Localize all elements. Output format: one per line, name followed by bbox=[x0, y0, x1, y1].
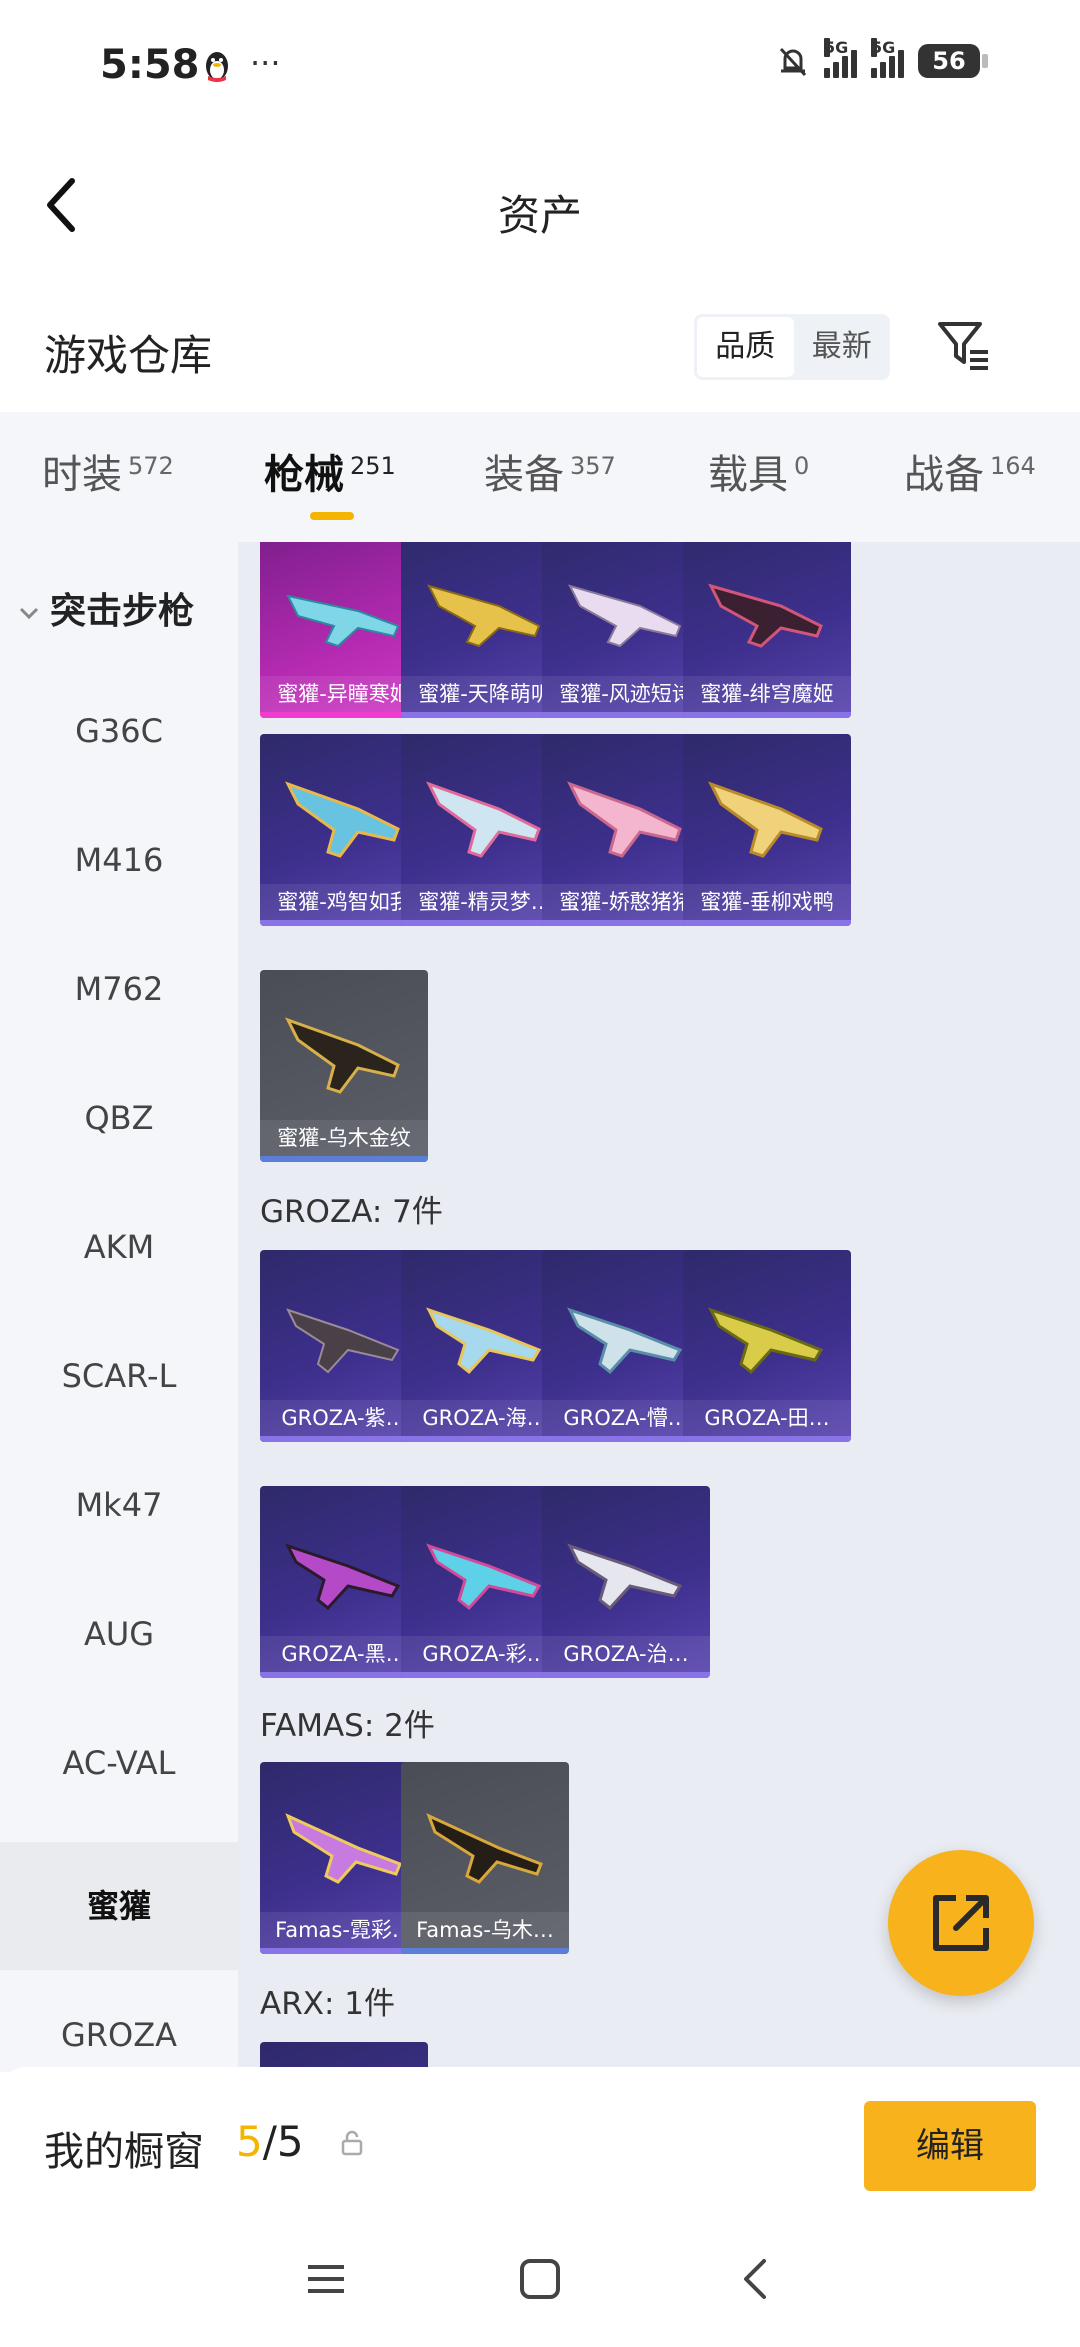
clock: 5:58 bbox=[100, 42, 200, 88]
sort-toggle: 品质 最新 bbox=[694, 314, 890, 380]
section-header-famas: FAMAS: 2件 bbox=[260, 1708, 435, 1744]
gun-skin-icon bbox=[568, 584, 682, 648]
tab-vehicles[interactable]: 载具 0 bbox=[708, 442, 809, 500]
gun-skin-icon bbox=[427, 584, 541, 648]
sidebar-item-m416[interactable]: M416 bbox=[0, 796, 238, 924]
weapon-card[interactable]: 蜜獾-乌木金纹 bbox=[260, 970, 428, 1162]
sidebar-item-honey-badger[interactable]: 蜜獾 bbox=[0, 1842, 238, 1970]
weapon-card[interactable]: 蜜獾-垂柳戏鸭 bbox=[683, 734, 851, 926]
filter-icon[interactable] bbox=[936, 318, 992, 374]
weapon-grid: 蜜獾-异瞳寒姬 蜜獾-天降萌叽 蜜獾-风迹短诗 蜜獾-绯穹魔姬 蜜獾-鸡智如我 … bbox=[238, 542, 1080, 2067]
share-external-icon bbox=[933, 1895, 989, 1951]
system-navigation bbox=[0, 2217, 1080, 2347]
gun-skin-icon bbox=[566, 781, 682, 858]
weapon-card[interactable]: GROZA-田… bbox=[683, 1250, 851, 1442]
sidebar-group-assault-rifles[interactable]: 突击步枪 bbox=[18, 582, 194, 634]
chevron-down-icon bbox=[19, 607, 39, 620]
sidebar-item-qbz[interactable]: QBZ bbox=[0, 1054, 238, 1182]
section-header-groza: GROZA: 7件 bbox=[260, 1194, 443, 1230]
category-tabs: 时装 572 枪械 251 装备 357 载具 0 战备 164 bbox=[0, 412, 1080, 542]
sidebar-item-scar-l[interactable]: SCAR-L bbox=[0, 1312, 238, 1440]
showcase-label: 我的橱窗 bbox=[44, 2129, 204, 2175]
gun-skin-icon bbox=[425, 781, 541, 858]
gun-skin-icon bbox=[426, 1307, 542, 1375]
weapon-category-sidebar: 突击步枪 G36C M416 M762 QBZ AKM SCAR-L Mk47 … bbox=[0, 542, 238, 2072]
gun-skin-icon bbox=[708, 1307, 824, 1375]
gun-skin-icon bbox=[285, 1813, 402, 1884]
nav-bar: 资产 bbox=[0, 130, 1080, 280]
tab-fashion[interactable]: 时装 572 bbox=[42, 442, 174, 500]
sidebar-item-ac-val[interactable]: AC-VAL bbox=[0, 1699, 238, 1827]
gun-skin-icon bbox=[707, 781, 823, 858]
lock-icon bbox=[341, 2130, 363, 2156]
gun-skin-icon bbox=[567, 1307, 683, 1375]
sidebar-item-aug[interactable]: AUG bbox=[0, 1570, 238, 1698]
sort-latest-button[interactable]: 最新 bbox=[794, 317, 891, 377]
weapon-card[interactable]: Famas-乌木… bbox=[401, 1762, 569, 1954]
edit-button[interactable]: 编辑 bbox=[864, 2101, 1036, 2191]
tab-firearms[interactable]: 枪械 251 bbox=[264, 442, 396, 500]
gun-skin-icon bbox=[426, 1543, 542, 1611]
active-tab-indicator bbox=[310, 512, 354, 520]
tab-supplies[interactable]: 战备 164 bbox=[904, 442, 1036, 500]
warehouse-title: 游戏仓库 bbox=[44, 331, 213, 380]
gun-skin-icon bbox=[286, 1308, 400, 1374]
gun-skin-icon bbox=[567, 1543, 683, 1611]
signal-5g-icon: 5G bbox=[871, 38, 904, 78]
sidebar-item-groza[interactable]: GROZA bbox=[0, 1971, 238, 2072]
weapon-card[interactable]: GROZA-治… bbox=[542, 1486, 710, 1678]
status-bar: 5:58 ··· 5G 5G 56 bbox=[0, 0, 1080, 130]
showcase-bar: 我的橱窗 5/5 编辑 bbox=[0, 2067, 1080, 2217]
weapon-card[interactable]: 蜜獾-绯穹魔姬 bbox=[683, 542, 851, 718]
more-notifications-icon: ··· bbox=[250, 44, 281, 82]
sort-quality-button[interactable]: 品质 bbox=[697, 317, 794, 377]
section-header-arx: ARX: 1件 bbox=[260, 1986, 396, 2022]
gun-skin-icon bbox=[426, 1813, 543, 1884]
battery-icon: 56 bbox=[918, 44, 988, 78]
gun-skin-icon bbox=[285, 1543, 401, 1611]
sidebar-item-m762[interactable]: M762 bbox=[0, 925, 238, 1053]
menu-icon[interactable] bbox=[304, 2257, 348, 2301]
sidebar-item-akm[interactable]: AKM bbox=[0, 1183, 238, 1311]
share-button[interactable] bbox=[888, 1850, 1034, 1996]
bell-muted-icon bbox=[779, 47, 807, 77]
page-title: 资产 bbox=[497, 191, 582, 240]
back-icon[interactable] bbox=[734, 2257, 778, 2301]
sidebar-item-mk47[interactable]: Mk47 bbox=[0, 1441, 238, 1569]
showcase-count: 5/5 bbox=[236, 2117, 304, 2166]
sidebar-item-g36c[interactable]: G36C bbox=[0, 667, 238, 795]
gun-skin-icon bbox=[708, 583, 823, 648]
gun-skin-icon bbox=[286, 594, 400, 648]
tab-equipment[interactable]: 装备 357 bbox=[484, 442, 616, 500]
gun-skin-icon bbox=[284, 1017, 400, 1094]
qq-penguin-icon bbox=[206, 52, 228, 82]
weapon-card[interactable] bbox=[260, 2042, 428, 2067]
gun-skin-icon bbox=[284, 781, 400, 858]
warehouse-header: 游戏仓库 品质 最新 bbox=[0, 300, 1080, 410]
signal-5g-icon: 5G bbox=[824, 38, 857, 78]
home-icon[interactable] bbox=[518, 2257, 562, 2301]
